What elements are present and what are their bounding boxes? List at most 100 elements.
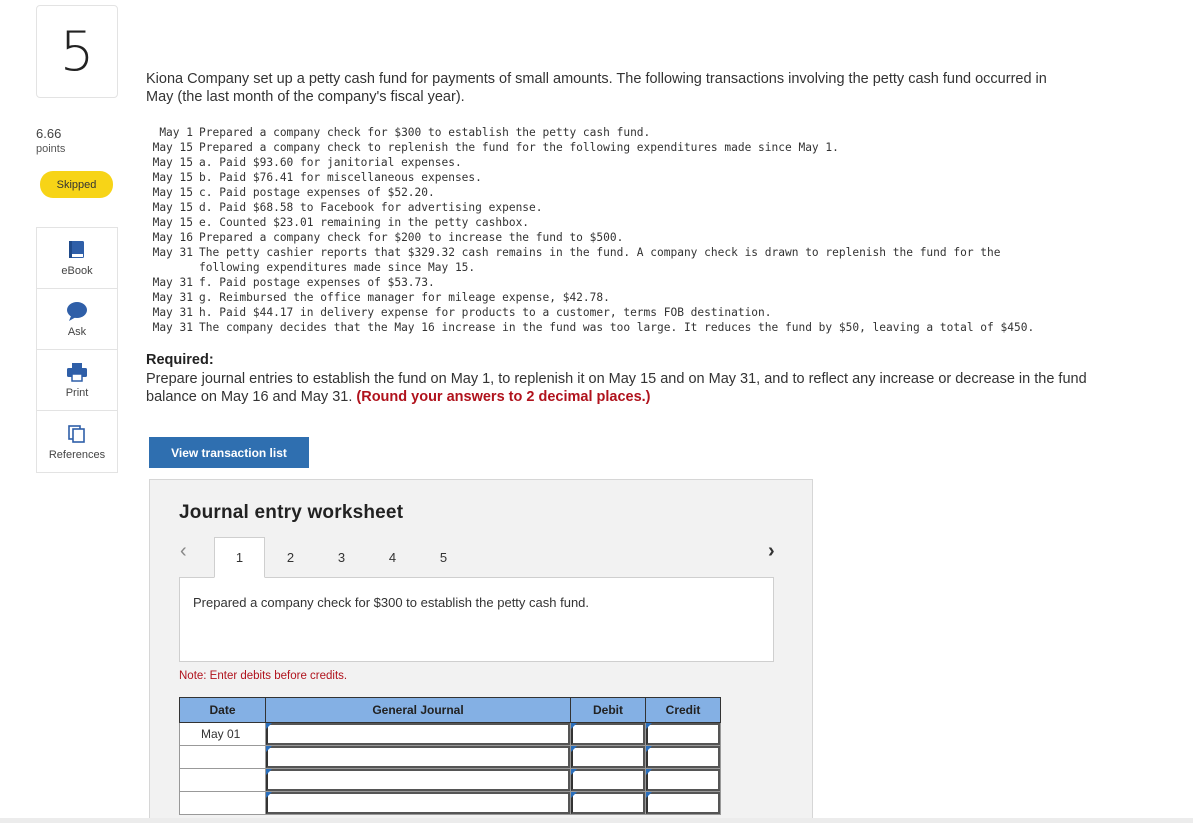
account-input[interactable] xyxy=(265,768,571,792)
ebook-button[interactable]: eBook xyxy=(37,228,117,289)
transaction-text: h. Paid $44.17 in delivery expense for p… xyxy=(199,306,772,319)
transaction-row: following expenditures made since May 15… xyxy=(146,260,1034,275)
transaction-date: May 31 xyxy=(152,306,193,319)
date-cell xyxy=(179,791,266,815)
bottom-divider xyxy=(0,818,1193,823)
transaction-row: May 15 e. Counted $23.01 remaining in the… xyxy=(146,215,1034,230)
column-header-debit: Debit xyxy=(570,697,646,723)
transaction-date: May 15 xyxy=(152,141,193,154)
dropdown-marker-icon xyxy=(266,792,272,798)
credit-input[interactable] xyxy=(645,791,721,815)
view-transaction-list-button[interactable]: View transaction list xyxy=(149,437,309,468)
transaction-row: May 31 The company decides that the May 1… xyxy=(146,320,1035,335)
column-header-date: Date xyxy=(179,697,266,723)
date-cell: May 01 xyxy=(179,722,266,746)
credit-input[interactable] xyxy=(645,745,721,769)
transaction-text: Prepared a company check to replenish th… xyxy=(199,141,839,154)
dropdown-marker-icon xyxy=(571,792,577,798)
transaction-text: g. Reimbursed the office manager for mil… xyxy=(199,291,610,304)
copy-pages-icon xyxy=(66,423,88,445)
journal-row: May 01 xyxy=(179,722,721,746)
skipped-badge: Skipped xyxy=(40,171,113,198)
transaction-text: The petty cashier reports that $329.32 c… xyxy=(199,246,1001,259)
transaction-date: May 1 xyxy=(159,126,193,139)
dropdown-marker-icon xyxy=(266,723,272,729)
points-label: points xyxy=(36,143,66,155)
transaction-row: May 31 f. Paid postage expenses of $53.73… xyxy=(146,275,1034,290)
points-value: 6.66 xyxy=(36,126,62,141)
references-label: References xyxy=(48,448,106,461)
transaction-date: May 31 xyxy=(152,276,193,289)
transaction-date: May 16 xyxy=(152,231,193,244)
tab-3[interactable]: 3 xyxy=(316,537,367,578)
tab-1[interactable]: 1 xyxy=(214,537,265,578)
required-text: Prepare journal entries to establish the… xyxy=(146,370,1106,406)
worksheet-tabs: 1 2 3 4 5 xyxy=(214,537,469,578)
chat-bubble-icon xyxy=(66,300,88,322)
credit-input[interactable] xyxy=(645,768,721,792)
ask-button[interactable]: Ask xyxy=(37,289,117,350)
ask-label: Ask xyxy=(67,326,87,338)
debit-input[interactable] xyxy=(570,768,646,792)
problem-intro: Kiona Company set up a petty cash fund f… xyxy=(146,71,1047,105)
transaction-text: following expenditures made since May 15… xyxy=(199,261,476,274)
transaction-date: May 31 xyxy=(152,246,193,259)
transaction-text: a. Paid $93.60 for janitorial expenses. xyxy=(199,156,462,169)
date-cell xyxy=(179,768,266,792)
tools-panel: eBook Ask Print References xyxy=(36,227,118,473)
debit-input[interactable] xyxy=(570,791,646,815)
transaction-date: May 15 xyxy=(152,216,193,229)
transaction-text: b. Paid $76.41 for miscellaneous expense… xyxy=(199,171,482,184)
journal-header-row: Date General Journal Debit Credit xyxy=(179,697,721,723)
transaction-row: May 1 Prepared a company check for $300 t… xyxy=(146,125,1034,140)
transaction-row: May 15 a. Paid $93.60 for janitorial expe… xyxy=(146,155,1034,170)
transaction-date xyxy=(146,260,199,275)
transaction-description: Prepared a company check for $300 to est… xyxy=(179,577,774,662)
transaction-text: f. Paid postage expenses of $53.73. xyxy=(199,276,435,289)
tab-5[interactable]: 5 xyxy=(418,537,469,578)
transaction-date: May 15 xyxy=(152,156,193,169)
date-cell xyxy=(179,745,266,769)
transaction-text: d. Paid $68.58 to Facebook for advertisi… xyxy=(199,201,543,214)
question-number-box: 5 xyxy=(36,5,118,98)
credit-input[interactable] xyxy=(645,722,721,746)
ebook-label: eBook xyxy=(61,265,93,277)
debit-input[interactable] xyxy=(570,745,646,769)
book-icon xyxy=(66,239,88,261)
transaction-row: May 31 g. Reimbursed the office manager f… xyxy=(146,290,1034,305)
transaction-row: May 31 h. Paid $44.17 in delivery expense… xyxy=(146,305,1034,320)
account-input[interactable] xyxy=(265,745,571,769)
tab-2[interactable]: 2 xyxy=(265,537,316,578)
transaction-list: May 1 Prepared a company check for $300 t… xyxy=(146,125,1035,335)
journal-entry-worksheet: Journal entry worksheet ‹ 1 2 3 4 5 › Pr… xyxy=(149,479,813,823)
transaction-text: c. Paid postage expenses of $52.20. xyxy=(199,186,435,199)
dropdown-marker-icon xyxy=(571,746,577,752)
debit-input[interactable] xyxy=(570,722,646,746)
dropdown-marker-icon xyxy=(266,746,272,752)
transaction-date: May 31 xyxy=(152,291,193,304)
journal-row xyxy=(179,791,721,815)
journal-table: Date General Journal Debit Credit May 01 xyxy=(179,697,721,815)
transaction-row: May 31 The petty cashier reports that $32… xyxy=(146,245,1034,260)
transaction-row: May 15 Prepared a company check to replen… xyxy=(146,140,1034,155)
chevron-right-icon[interactable]: › xyxy=(768,540,775,563)
account-input[interactable] xyxy=(265,791,571,815)
transaction-date: May 15 xyxy=(152,171,193,184)
tab-4[interactable]: 4 xyxy=(367,537,418,578)
chevron-left-icon[interactable]: ‹ xyxy=(180,540,187,563)
account-input[interactable] xyxy=(265,722,571,746)
column-header-general-journal: General Journal xyxy=(265,697,571,723)
dropdown-marker-icon xyxy=(646,769,652,775)
printer-icon xyxy=(66,361,88,383)
transaction-date: May 15 xyxy=(152,186,193,199)
rounding-note: (Round your answers to 2 decimal places.… xyxy=(356,389,651,405)
transaction-text: Prepared a company check for $300 to est… xyxy=(199,126,651,139)
transaction-row: May 15 c. Paid postage expenses of $52.20… xyxy=(146,185,1034,200)
print-button[interactable]: Print xyxy=(37,350,117,411)
references-button[interactable]: References xyxy=(37,411,117,472)
transaction-text: e. Counted $23.01 remaining in the petty… xyxy=(199,216,530,229)
transaction-date: May 31 xyxy=(152,321,193,334)
transaction-row: May 16 Prepared a company check for $200 … xyxy=(146,230,1034,245)
dropdown-marker-icon xyxy=(646,792,652,798)
dropdown-marker-icon xyxy=(571,769,577,775)
